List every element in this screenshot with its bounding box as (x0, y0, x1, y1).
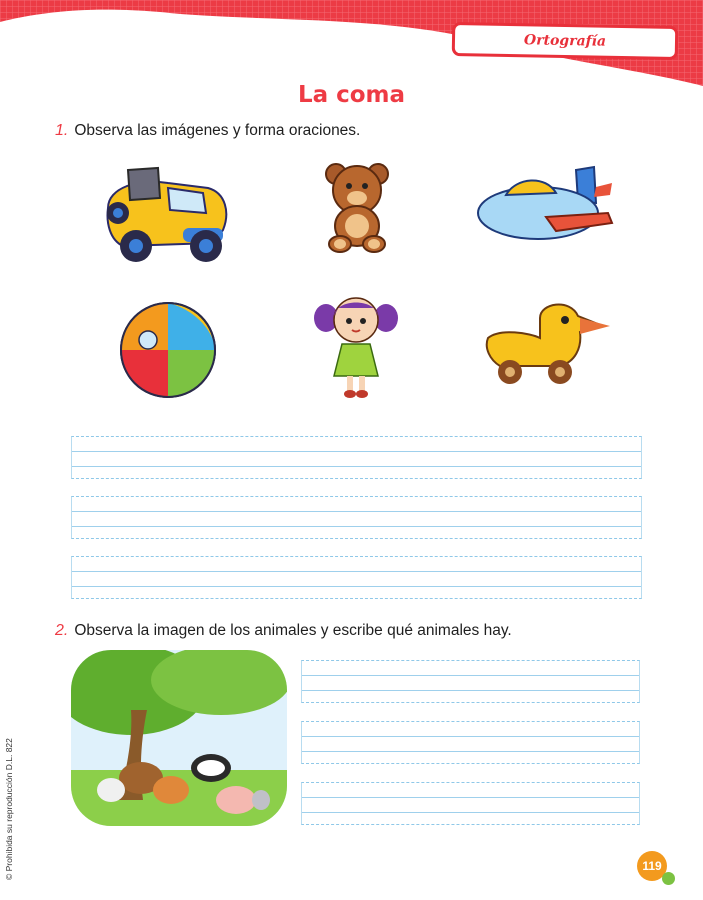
page-number-dot (662, 872, 675, 885)
section-tag: Ortografía (451, 22, 679, 60)
copyright-note: © Prohibida su reproducción D.L. 822 (4, 738, 14, 880)
writing-line-q2-1[interactable] (301, 660, 640, 703)
animals-under-tree-image (71, 650, 287, 826)
question-2: 2. Observa la imagen de los animales y es… (55, 622, 512, 640)
writing-line-q2-3[interactable] (301, 782, 640, 825)
question-2-text: Observa la imagen de los animales y escr… (74, 622, 512, 639)
writing-line-q1-3[interactable] (71, 556, 642, 599)
writing-line-q2-2[interactable] (301, 721, 640, 764)
beach-ball-image (120, 302, 216, 398)
teddy-bear-image (325, 163, 389, 253)
section-tag-label: Ortografía (523, 32, 607, 50)
toy-airplane-image (477, 165, 614, 240)
page-title: La coma (297, 82, 406, 108)
toy-car-image (106, 166, 228, 262)
doll-image (314, 297, 398, 398)
question-1-text: Observa las imágenes y forma oraciones. (74, 122, 361, 139)
writing-line-q1-2[interactable] (71, 496, 642, 539)
writing-line-q1-1[interactable] (71, 436, 642, 479)
wooden-duck-toy-image (485, 303, 610, 384)
question-1-number: 1. (55, 122, 69, 139)
question-1: 1. Observa las imágenes y forma oraciones… (55, 122, 360, 140)
question-2-number: 2. (55, 622, 69, 639)
